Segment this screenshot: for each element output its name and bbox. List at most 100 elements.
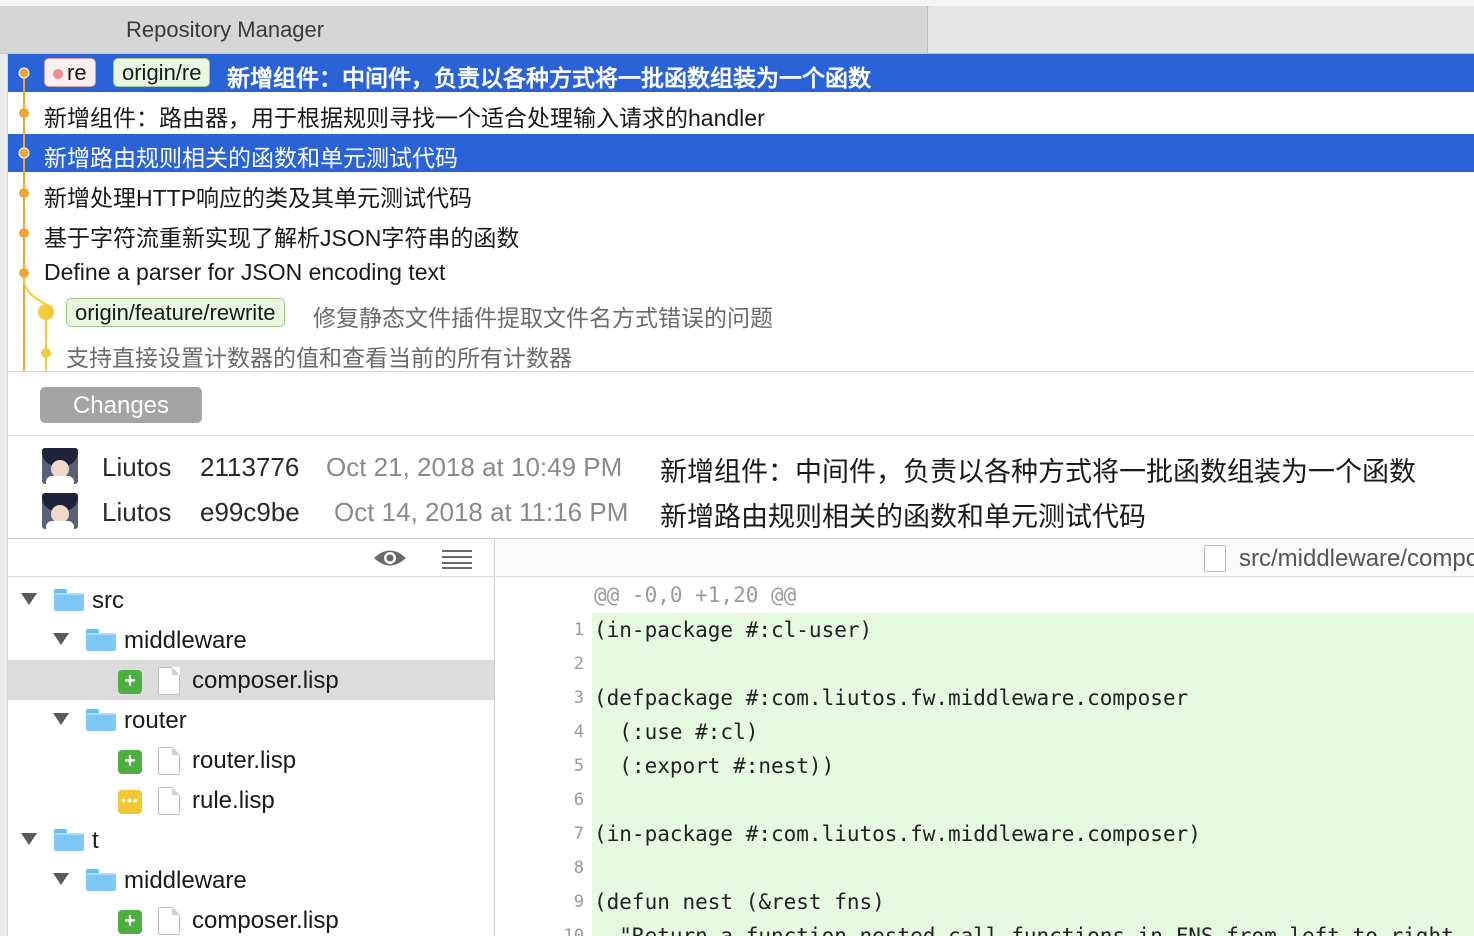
left-edge [0,54,8,936]
commit-message: 新增处理HTTP响应的类及其单元测试代码 [44,185,473,211]
diff-file-path: src/middleware/composer.lisp [1239,545,1474,572]
commit-message: 新增组件：中间件，负责以各种方式将一批函数组装为一个函数 [227,65,871,91]
list-icon[interactable] [442,549,472,569]
commit-row[interactable]: origin/feature/rewrite 修复静态文件插件提取文件名方式错误… [8,294,1474,332]
change-entry[interactable]: Liutos e99c9be Oct 14, 2018 at 11:16 PM … [8,489,1474,533]
commit-message: 新增组件：路由器，用于根据规则寻找一个适合处理输入请求的handler [44,105,765,131]
line-number: 8 [573,858,584,878]
tree-toolbar [8,539,494,577]
code-line [592,783,1474,817]
commit-message: Define a parser for JSON encoding text [44,259,446,285]
chevron-down-icon[interactable] [53,633,69,645]
commit-row[interactable]: Define a parser for JSON encoding text [8,254,1474,292]
change-author: Liutos [102,497,172,527]
chevron-down-icon[interactable] [53,713,69,725]
diff-header: src/middleware/composer.lisp [496,539,1474,577]
tree-folder[interactable]: middleware [8,620,494,660]
change-sha: e99c9be [200,497,300,527]
commit-row[interactable]: re origin/re 新增组件：中间件，负责以各种方式将一批函数组装为一个函… [8,54,1474,92]
remote-branch-tag[interactable]: origin/feature/rewrite [66,298,285,327]
line-number: 4 [573,722,584,742]
line-number: 2 [573,654,584,674]
tree-folder[interactable]: router [8,700,494,740]
diff-pane: src/middleware/composer.lisp 1 2 3 4 5 6… [496,539,1474,936]
folder-icon [54,829,84,851]
tree-file[interactable]: + composer.lisp [8,900,494,936]
folder-icon [54,589,84,611]
added-status-icon: + [118,910,142,934]
line-number: 7 [573,824,584,844]
modified-status-icon: ••• [118,790,142,814]
commit-row[interactable]: 基于字符流重新实现了解析JSON字符串的函数 [8,214,1474,252]
code-line: (:use #:cl) [592,715,1474,749]
local-branch-tag[interactable]: re [44,58,96,87]
line-number: 5 [573,756,584,776]
remote-branch-tag[interactable]: origin/re [113,58,211,87]
added-status-icon: + [118,750,142,774]
line-number-gutter: 1 2 3 4 5 6 7 8 9 10 [496,577,592,936]
code-line [592,851,1474,885]
tree-folder[interactable]: t [8,820,494,860]
code-line: (defun nest (&rest fns) [592,885,1474,919]
commit-message: 新增路由规则相关的函数和单元测试代码 [44,145,458,171]
tree-label: composer.lisp [192,667,339,694]
code-line: (defpackage #:com.liutos.fw.middleware.c… [592,681,1474,715]
divider [8,435,1474,436]
change-date: Oct 21, 2018 at 10:49 PM [326,452,623,482]
commit-message: 基于字符流重新实现了解析JSON字符串的函数 [44,225,520,251]
code-line: "Return a function nested call functions… [592,919,1474,936]
chevron-down-icon[interactable] [21,833,37,845]
commit-row[interactable]: 新增处理HTTP响应的类及其单元测试代码 [8,174,1474,212]
eye-icon[interactable] [372,547,408,569]
file-icon [158,747,180,775]
chevron-down-icon[interactable] [53,873,69,885]
folder-icon [86,869,116,891]
tree-label: composer.lisp [192,907,339,934]
commit-message: 修复静态文件插件提取文件名方式错误的问题 [313,305,773,331]
tree-folder[interactable]: src [8,580,494,620]
chevron-down-icon[interactable] [21,593,37,605]
code-line: (:export #:nest)) [592,749,1474,783]
file-icon [158,667,180,695]
tree-label: router [124,707,187,734]
tree-file[interactable]: + composer.lisp [8,660,494,700]
line-number: 10 [563,926,584,936]
change-subject: 新增组件：中间件，负责以各种方式将一批函数组装为一个函数 [660,457,1416,487]
diff-body[interactable]: @@ -0,0 +1,20 @@ (in-package #:cl-user) … [592,577,1474,936]
folder-icon [86,629,116,651]
commit-graph: re origin/re 新增组件：中间件，负责以各种方式将一批函数组装为一个函… [8,54,1474,372]
hunk-header: @@ -0,0 +1,20 @@ [594,583,797,607]
tab-title: Repository Manager [126,17,325,42]
change-subject: 新增路由规则相关的函数和单元测试代码 [660,502,1146,532]
tree-label: middleware [124,867,247,894]
commit-row[interactable]: 新增组件：路由器，用于根据规则寻找一个适合处理输入请求的handler [8,94,1474,132]
change-sha: 2113776 [200,452,300,482]
folder-icon [86,709,116,731]
commit-row[interactable]: 支持直接设置计数器的值和查看当前的所有计数器 [8,334,1474,372]
tree-label: t [92,827,99,854]
commit-row[interactable]: 新增路由规则相关的函数和单元测试代码 [8,134,1474,172]
tree-label: middleware [124,627,247,654]
change-entry[interactable]: Liutos 2113776 Oct 21, 2018 at 10:49 PM … [8,444,1474,488]
code-line: (in-package #:cl-user) [592,613,1474,647]
added-status-icon: + [118,670,142,694]
line-number: 6 [573,790,584,810]
divider [8,371,1474,372]
code-line: (in-package #:com.liutos.fw.middleware.c… [592,817,1474,851]
change-date: Oct 14, 2018 at 11:16 PM [334,497,629,527]
changes-button[interactable]: Changes [40,387,202,423]
avatar [42,448,78,484]
tree-file[interactable]: ••• rule.lisp [8,780,494,820]
tab-empty[interactable] [929,6,1474,53]
tree-folder[interactable]: middleware [8,860,494,900]
tab-repository-manager[interactable]: Repository Manager [0,6,928,53]
line-number: 1 [573,620,584,640]
code-line [592,647,1474,681]
line-number: 9 [573,892,584,912]
file-icon [158,907,180,935]
change-author: Liutos [102,452,172,482]
tree-file[interactable]: + router.lisp [8,740,494,780]
tree-label: src [92,587,124,614]
tab-bar: Repository Manager [0,0,1474,54]
file-icon [1204,545,1226,572]
